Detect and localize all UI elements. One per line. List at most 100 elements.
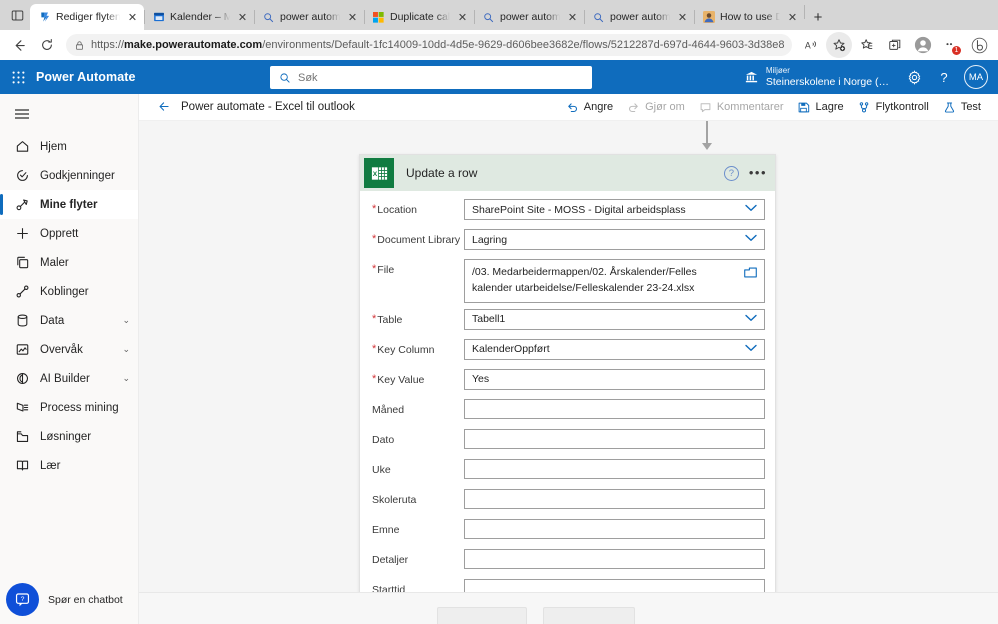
more-options-icon[interactable]: 1 bbox=[938, 32, 964, 58]
browser-tab[interactable]: How to use Data Ope ✕ bbox=[694, 4, 804, 30]
form-row: * File/03. Medarbeidermappen/02. Årskalen… bbox=[366, 259, 765, 303]
search-input[interactable] bbox=[298, 71, 583, 84]
sidebar-item-overvåk[interactable]: Overvåk ⌄ bbox=[0, 335, 138, 364]
avatar[interactable]: MA bbox=[964, 65, 988, 89]
folder-picker-icon[interactable] bbox=[744, 267, 757, 283]
ghost-button-right[interactable] bbox=[543, 607, 635, 624]
chatbot-icon[interactable]: ? bbox=[6, 583, 39, 616]
field-dato-input[interactable] bbox=[464, 428, 765, 449]
avatar-icon bbox=[702, 11, 715, 24]
question-icon[interactable]: ? bbox=[929, 60, 959, 94]
close-icon[interactable]: ✕ bbox=[455, 10, 470, 25]
back-arrow-icon[interactable] bbox=[6, 32, 32, 58]
app-brand-title[interactable]: Power Automate bbox=[36, 70, 136, 84]
sidebar-item-data[interactable]: Data ⌄ bbox=[0, 306, 138, 335]
chevron-down-icon[interactable]: ⌄ bbox=[122, 373, 130, 384]
action-card-header[interactable]: X Update a row ? ••• bbox=[360, 155, 775, 191]
connectors-icon bbox=[14, 284, 30, 300]
ellipsis-icon[interactable]: ••• bbox=[749, 166, 767, 179]
command-angre-button[interactable]: Angre bbox=[559, 94, 620, 120]
ghost-button-left[interactable] bbox=[437, 607, 527, 624]
field-file-label: * File bbox=[372, 263, 395, 277]
canvas-bottom-bar bbox=[139, 592, 998, 624]
sidebar-item-label: Lær bbox=[40, 459, 61, 472]
sidebar-item-maler[interactable]: Maler bbox=[0, 248, 138, 277]
app-launcher-icon[interactable] bbox=[0, 60, 36, 94]
close-icon[interactable]: ✕ bbox=[235, 10, 250, 25]
field-emne-input[interactable] bbox=[464, 518, 765, 539]
form-row: * Document Library Lagring bbox=[366, 229, 765, 253]
chevron-down-icon[interactable] bbox=[745, 314, 757, 325]
chevron-down-icon[interactable]: ⌄ bbox=[122, 344, 130, 355]
profile-icon[interactable] bbox=[910, 32, 936, 58]
close-icon[interactable]: ✕ bbox=[345, 10, 360, 25]
command-lagre-button[interactable]: Lagre bbox=[790, 94, 850, 120]
search-icon bbox=[482, 11, 495, 24]
close-icon[interactable]: ✕ bbox=[785, 10, 800, 25]
flow-canvas: X Update a row ? ••• * Location SharePoi… bbox=[139, 120, 998, 624]
field-key-column-input[interactable]: KalenderOppført bbox=[464, 338, 765, 360]
star-add-icon[interactable] bbox=[826, 32, 852, 58]
browser-tab[interactable]: Rediger flyten din | Po ✕ bbox=[30, 4, 144, 30]
question-icon[interactable]: ? bbox=[723, 165, 739, 181]
close-icon[interactable]: ✕ bbox=[125, 10, 140, 25]
sidebar-item-label: Process mining bbox=[40, 401, 119, 414]
chevron-down-icon[interactable] bbox=[745, 344, 757, 355]
global-search[interactable] bbox=[270, 66, 592, 89]
action-card-fields: * Location SharePoint Site - MOSS - Digita… bbox=[360, 191, 775, 624]
sidebar-item-løsninger[interactable]: Løsninger bbox=[0, 422, 138, 451]
browser-tab[interactable]: power automate Filer ✕ bbox=[584, 4, 694, 30]
close-icon[interactable]: ✕ bbox=[675, 10, 690, 25]
form-row: Detaljer bbox=[366, 548, 765, 573]
field-key-value-input[interactable]: Yes bbox=[464, 368, 765, 390]
field-table-input[interactable]: Tabell1 bbox=[464, 308, 765, 330]
field-måned-input[interactable] bbox=[464, 398, 765, 419]
new-tab-button[interactable]: + bbox=[805, 4, 831, 30]
browser-tab[interactable]: power automate exce ✕ bbox=[254, 4, 364, 30]
hamburger-icon[interactable] bbox=[0, 100, 138, 126]
close-icon[interactable]: ✕ bbox=[565, 10, 580, 25]
form-row: Uke bbox=[366, 458, 765, 483]
process-mining-icon bbox=[14, 400, 30, 416]
sidebar-item-koblinger[interactable]: Koblinger bbox=[0, 277, 138, 306]
sidebar-item-label: Mine flyter bbox=[40, 198, 98, 211]
sidebar-item-lær[interactable]: Lær bbox=[0, 451, 138, 480]
field-file-input[interactable]: /03. Medarbeidermappen/02. Årskalender/F… bbox=[464, 259, 765, 303]
field-document-library-input[interactable]: Lagring bbox=[464, 229, 765, 250]
chevron-down-icon[interactable]: ⌄ bbox=[122, 315, 130, 326]
bing-copilot-icon[interactable] bbox=[966, 32, 992, 58]
sidebar-item-process-mining[interactable]: Process mining bbox=[0, 393, 138, 422]
action-card-update-a-row[interactable]: X Update a row ? ••• * Location SharePoi… bbox=[359, 154, 776, 624]
field-detaljer-input[interactable] bbox=[464, 548, 765, 569]
browser-tab[interactable]: power automate exce ✕ bbox=[474, 4, 584, 30]
chatbot-launcher[interactable]: ? Spør en chatbot bbox=[6, 583, 123, 616]
split-screen-icon[interactable] bbox=[882, 32, 908, 58]
read-aloud-icon[interactable]: A bbox=[798, 32, 824, 58]
form-row: * Key Value Yes bbox=[366, 368, 765, 393]
collections-icon[interactable] bbox=[854, 32, 880, 58]
form-row: Emne bbox=[366, 518, 765, 543]
sidebar-item-mine-flyter[interactable]: Mine flyter bbox=[0, 190, 138, 219]
field-location-input[interactable]: SharePoint Site - MOSS - Digital arbeids… bbox=[464, 199, 765, 220]
back-arrow-icon[interactable] bbox=[157, 100, 171, 115]
field-uke-input[interactable] bbox=[464, 458, 765, 479]
sidebar-item-godkjenninger[interactable]: Godkjenninger bbox=[0, 161, 138, 190]
reload-icon[interactable] bbox=[34, 32, 60, 58]
environment-icon bbox=[744, 70, 759, 85]
required-asterisk: * bbox=[372, 263, 377, 275]
field-skoleruta-input[interactable] bbox=[464, 488, 765, 509]
tab-list-icon[interactable] bbox=[4, 0, 30, 30]
command-test-button[interactable]: Test bbox=[936, 94, 988, 120]
field-emne-label: Emne bbox=[372, 523, 400, 536]
environment-picker[interactable]: Miljøer Steinerskolene i Norge (… bbox=[738, 66, 899, 88]
chevron-down-icon[interactable] bbox=[745, 234, 757, 245]
browser-tab[interactable]: Duplicate calendar ev ✕ bbox=[364, 4, 474, 30]
sidebar-item-hjem[interactable]: Hjem bbox=[0, 132, 138, 161]
sidebar-item-ai-builder[interactable]: AI Builder ⌄ bbox=[0, 364, 138, 393]
sidebar-item-opprett[interactable]: Opprett bbox=[0, 219, 138, 248]
address-bar[interactable]: https://make.powerautomate.com/environme… bbox=[66, 34, 792, 56]
chevron-down-icon[interactable] bbox=[745, 204, 757, 215]
browser-tab[interactable]: Kalender – Moss Årsp ✕ bbox=[144, 4, 254, 30]
gear-icon[interactable] bbox=[899, 60, 929, 94]
command-flytkontroll-button[interactable]: Flytkontroll bbox=[851, 94, 936, 120]
